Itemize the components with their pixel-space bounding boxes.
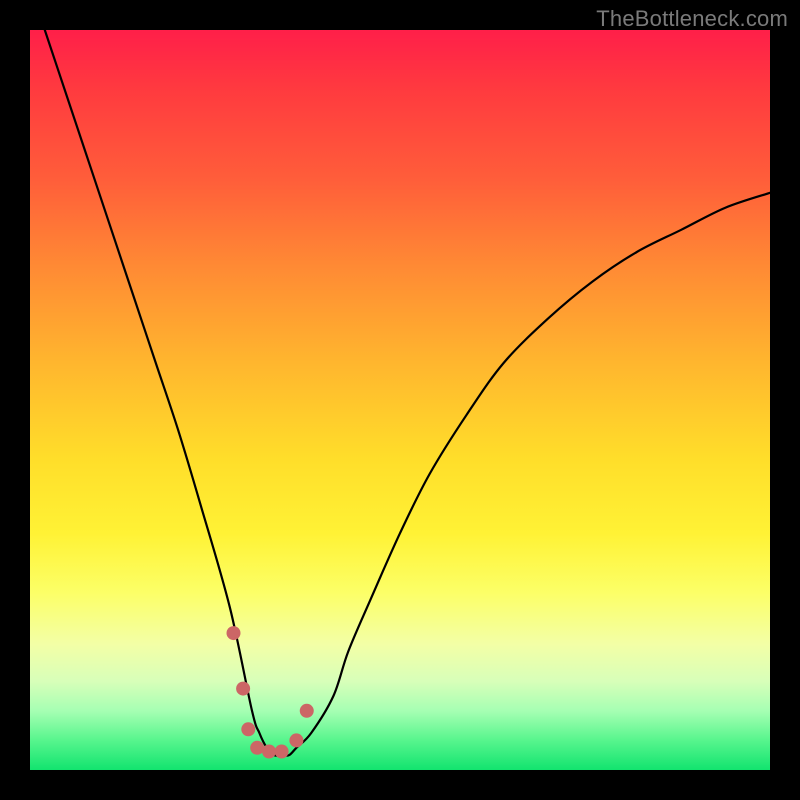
highlight-dot [262,745,276,759]
highlight-dot [300,704,314,718]
chart-svg [30,30,770,770]
bottleneck-curve [45,30,770,756]
highlight-dot [289,733,303,747]
watermark-text: TheBottleneck.com [596,6,788,32]
highlight-dot [227,626,241,640]
highlight-dot [236,682,250,696]
chart-frame: TheBottleneck.com [0,0,800,800]
highlight-dot [275,745,289,759]
highlight-dot [241,722,255,736]
plot-area [30,30,770,770]
bottleneck-curve-path [45,30,770,756]
highlight-dot [250,741,264,755]
